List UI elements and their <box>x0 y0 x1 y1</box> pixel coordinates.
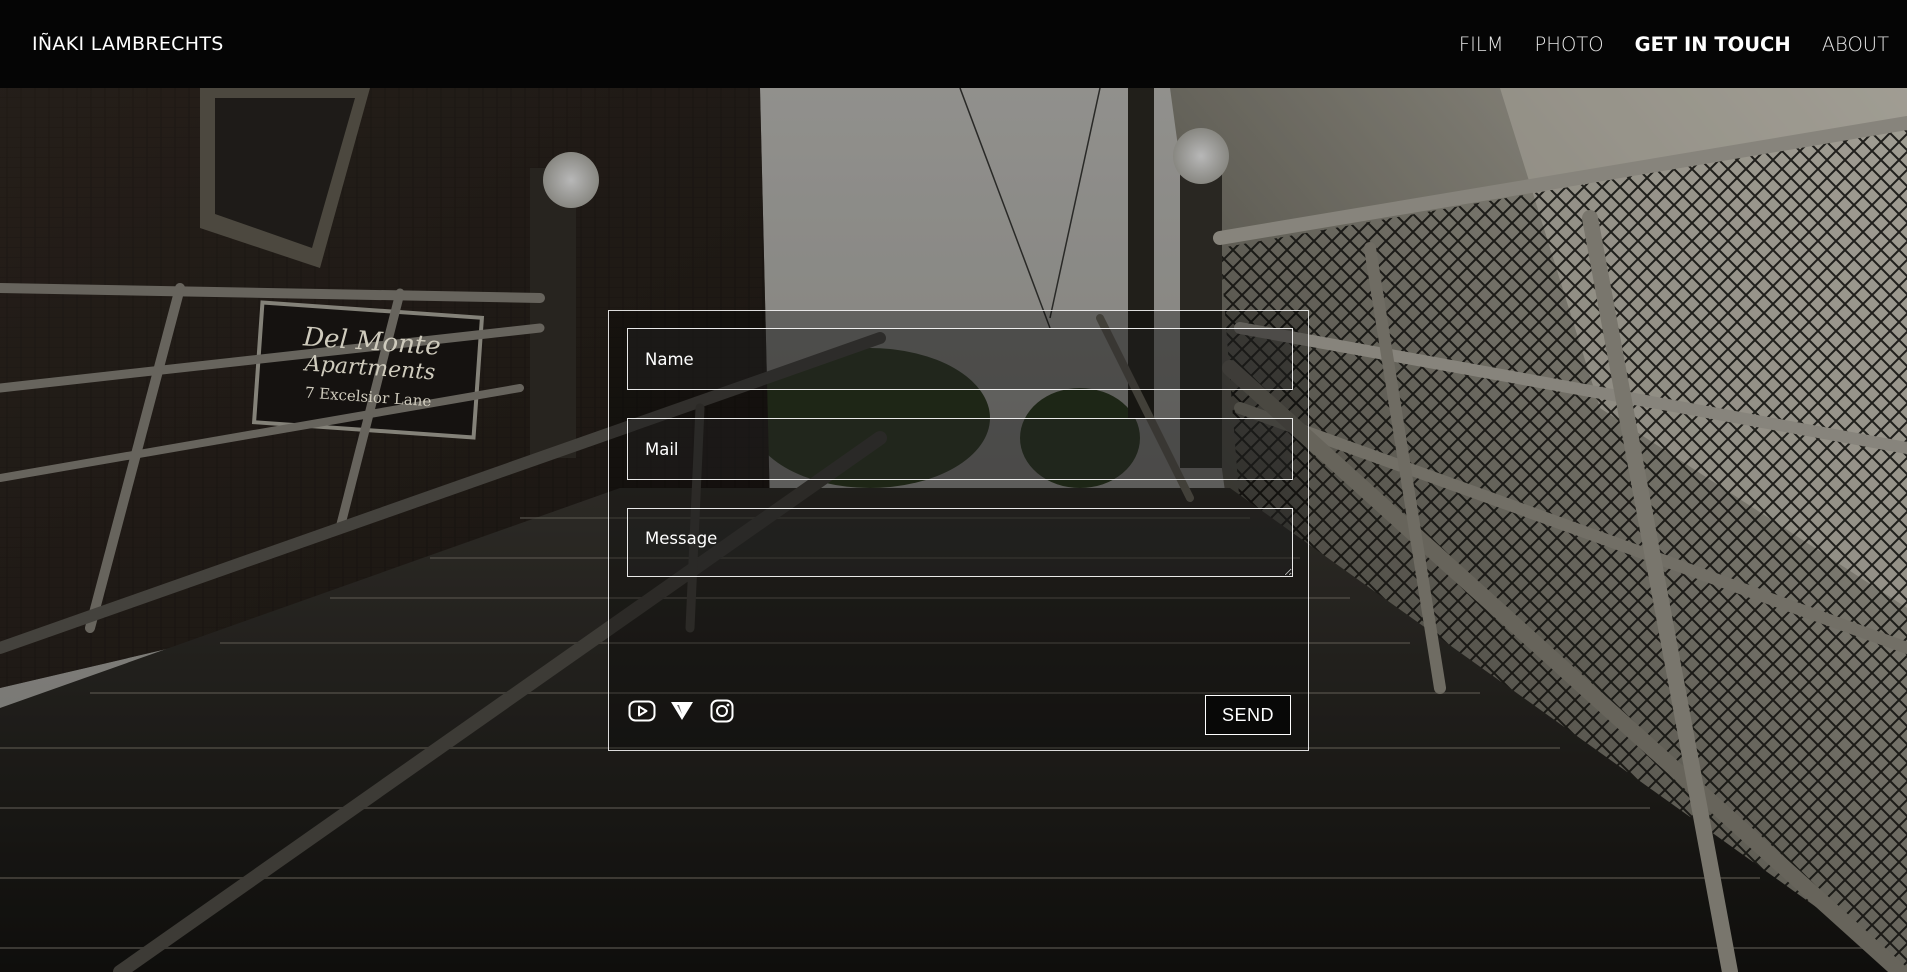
nav-link-get-in-touch[interactable]: GET IN TOUCH <box>1635 33 1791 56</box>
top-navigation-bar: IÑAKI LAMBRECHTS FILM PHOTO GET IN TOUCH… <box>0 0 1907 88</box>
social-links <box>628 699 748 723</box>
name-input[interactable] <box>627 328 1293 390</box>
mail-input[interactable] <box>627 418 1293 480</box>
nav-link-about[interactable]: ABOUT <box>1822 33 1889 56</box>
page: Del Monte Apartments 7 Excelsior Lane IÑ… <box>0 0 1907 972</box>
youtube-icon[interactable] <box>628 699 656 723</box>
vimeo-icon[interactable] <box>668 699 696 723</box>
instagram-icon[interactable] <box>708 699 736 723</box>
contact-form: SEND <box>608 310 1309 751</box>
nav-link-film[interactable]: FILM <box>1459 33 1504 56</box>
site-brand[interactable]: IÑAKI LAMBRECHTS <box>32 0 224 88</box>
main-nav: FILM PHOTO GET IN TOUCH ABOUT <box>1428 0 1889 88</box>
message-textarea[interactable] <box>627 508 1293 577</box>
send-button[interactable]: SEND <box>1205 695 1291 735</box>
nav-link-photo[interactable]: PHOTO <box>1535 33 1604 56</box>
sign-text: Del Monte Apartments 7 Excelsior Lane <box>267 321 472 419</box>
